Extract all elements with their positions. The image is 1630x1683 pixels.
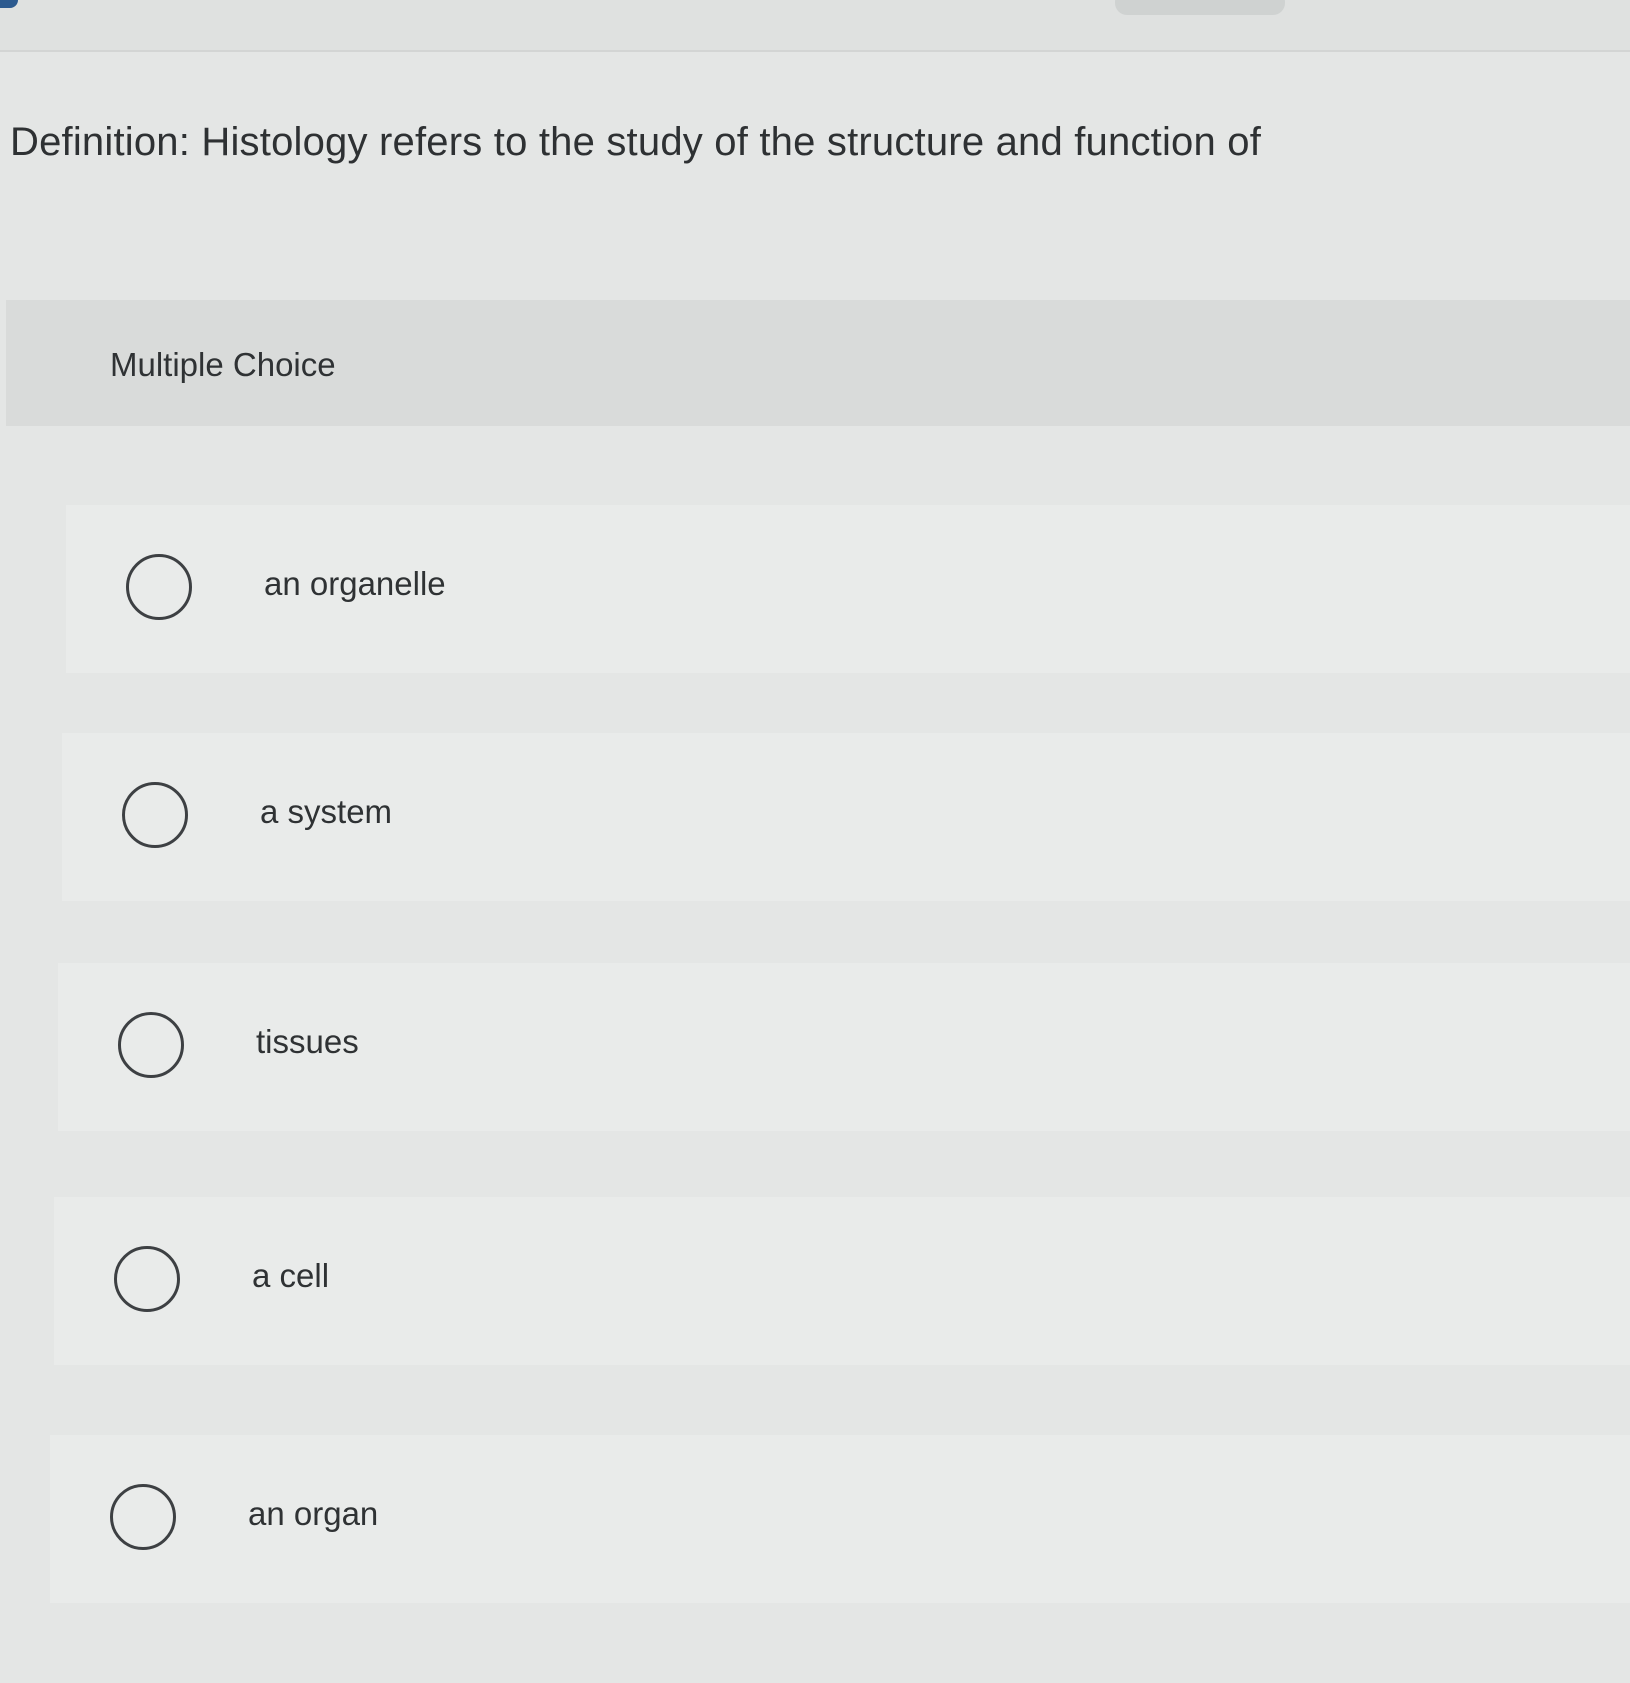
radio-button[interactable] (114, 1246, 180, 1312)
top-tab[interactable] (1115, 0, 1285, 15)
option-label: an organelle (264, 565, 446, 602)
option-an-organ[interactable]: an organ (50, 1435, 1630, 1603)
radio-button[interactable] (118, 1012, 184, 1078)
corner-badge (0, 0, 18, 8)
option-label: tissues (256, 1023, 359, 1060)
option-label: a system (260, 793, 393, 830)
option-tissues[interactable]: tissues (58, 963, 1630, 1131)
option-an-organelle[interactable]: an organelle (66, 505, 1630, 673)
option-label: a cell (252, 1257, 330, 1294)
top-bar (0, 0, 1630, 52)
option-a-system[interactable]: a system (62, 733, 1630, 901)
question-text: Definition: Histology refers to the stud… (10, 120, 1262, 164)
option-label: an organ (248, 1495, 379, 1532)
multiple-choice-label: Multiple Choice (110, 346, 336, 383)
radio-button[interactable] (126, 554, 192, 620)
radio-button[interactable] (110, 1484, 176, 1550)
radio-button[interactable] (122, 782, 188, 848)
option-a-cell[interactable]: a cell (54, 1197, 1630, 1365)
multiple-choice-header: Multiple Choice (6, 300, 1630, 426)
